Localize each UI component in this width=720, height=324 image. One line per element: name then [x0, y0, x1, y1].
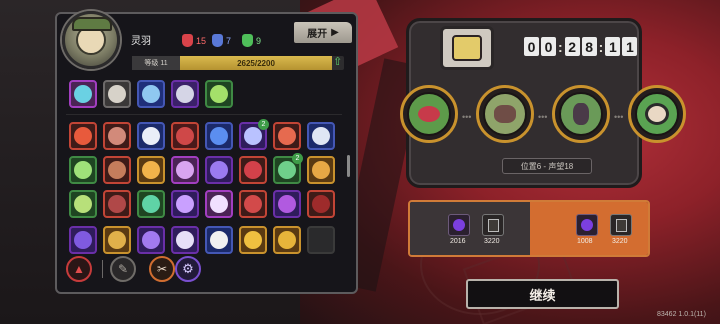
- skill-tile[interactable]: [69, 226, 97, 254]
- skill-row-3: 2: [69, 153, 335, 184]
- card-upgrade-icon: [610, 214, 632, 236]
- gear-icon[interactable]: ⚙: [175, 256, 201, 282]
- level-up-icon[interactable]: ⇧: [333, 55, 342, 68]
- stat-green: 9: [242, 34, 261, 47]
- reward-panel: 2016 3220 1008 3220: [408, 200, 650, 257]
- blue-unit-icon: [212, 34, 223, 47]
- skill-row-1: [69, 80, 233, 108]
- skill-tile[interactable]: 2: [239, 119, 269, 150]
- opponent-node-1[interactable]: [400, 85, 458, 143]
- position-label: 位置6 - 声望18: [502, 158, 592, 174]
- skill-row-2: 2: [69, 119, 335, 150]
- skill-tile[interactable]: [137, 226, 165, 254]
- skill-tile[interactable]: [171, 226, 199, 254]
- skill-tile[interactable]: [103, 190, 131, 218]
- skill-tile[interactable]: [307, 156, 335, 184]
- beetle-avatar-icon: [483, 92, 527, 136]
- count-badge: 2: [258, 119, 269, 130]
- expand-button[interactable]: 展开 ▶: [294, 22, 352, 43]
- skill-tile[interactable]: [205, 156, 233, 184]
- mantis-avatar-icon: [559, 92, 603, 136]
- skill-tile[interactable]: [307, 190, 335, 218]
- purple-orb-icon: [448, 214, 470, 236]
- skill-tile[interactable]: [205, 80, 233, 108]
- player-name: 灵羽: [131, 36, 151, 47]
- exp-progress: 2625/2200: [180, 56, 332, 70]
- skill-tile[interactable]: [137, 80, 165, 108]
- opponent-node-4[interactable]: [628, 85, 686, 143]
- count-badge: 2: [292, 153, 303, 164]
- opponent-node-3[interactable]: [552, 85, 610, 143]
- opponent-node-2[interactable]: [476, 85, 534, 143]
- reward-option-right[interactable]: 1008 3220: [530, 202, 648, 255]
- wrench-icon[interactable]: ✎: [110, 256, 136, 282]
- play-arrow-icon: ▶: [331, 27, 339, 38]
- skill-tile[interactable]: [205, 226, 233, 254]
- divider: [102, 260, 103, 278]
- skill-tile[interactable]: [69, 80, 97, 108]
- continue-button[interactable]: 继续: [466, 279, 619, 309]
- boss-crown-icon[interactable]: [440, 26, 494, 70]
- green-unit-icon: [242, 34, 253, 47]
- empty-slot[interactable]: [307, 226, 335, 254]
- player-avatar-icon: [635, 92, 679, 136]
- reward-option-left[interactable]: 2016 3220: [410, 202, 530, 255]
- scrollbar[interactable]: [347, 155, 350, 177]
- stat-blue: 7: [212, 34, 231, 47]
- skill-tile[interactable]: [239, 226, 267, 254]
- skill-tile[interactable]: [171, 80, 199, 108]
- skill-tile[interactable]: [103, 122, 131, 150]
- skill-tile[interactable]: [205, 190, 233, 218]
- player-avatar[interactable]: [62, 11, 120, 69]
- skill-tile[interactable]: 2: [273, 153, 303, 184]
- skill-tile[interactable]: [239, 156, 267, 184]
- skill-row-4: [69, 190, 335, 218]
- skill-tile[interactable]: [239, 190, 267, 218]
- skill-tile[interactable]: [171, 156, 199, 184]
- scissors-icon[interactable]: ✂: [149, 256, 175, 282]
- skill-tile[interactable]: [307, 122, 335, 150]
- skill-tile[interactable]: [171, 122, 199, 150]
- skill-tile[interactable]: [103, 226, 131, 254]
- red-unit-icon: [182, 34, 193, 47]
- skill-tile[interactable]: [205, 122, 233, 150]
- stat-red: 15: [182, 34, 206, 47]
- skill-tile[interactable]: [137, 122, 165, 150]
- skill-tile[interactable]: [273, 190, 301, 218]
- countdown-timer: 0 0 : 2 8 : 1 1: [524, 37, 638, 56]
- skill-row-5: [69, 226, 335, 254]
- divider: [66, 114, 342, 115]
- version-label: 83462 1.0.1(11): [657, 311, 706, 318]
- skill-tile[interactable]: [103, 80, 131, 108]
- skill-tile[interactable]: [273, 122, 301, 150]
- bug-avatar-icon: [407, 92, 451, 136]
- card-icon: [482, 214, 504, 236]
- skill-tile[interactable]: [137, 156, 165, 184]
- skill-tile[interactable]: [69, 156, 97, 184]
- skill-tile[interactable]: [137, 190, 165, 218]
- skill-tile[interactable]: [273, 226, 301, 254]
- purple-orb-icon: [576, 214, 598, 236]
- warning-icon[interactable]: ▲: [66, 256, 92, 282]
- skill-tile[interactable]: [69, 122, 97, 150]
- skill-tile[interactable]: [171, 190, 199, 218]
- level-label: 等级 11: [132, 56, 180, 70]
- skill-tile[interactable]: [103, 156, 131, 184]
- skill-tile[interactable]: [69, 190, 97, 218]
